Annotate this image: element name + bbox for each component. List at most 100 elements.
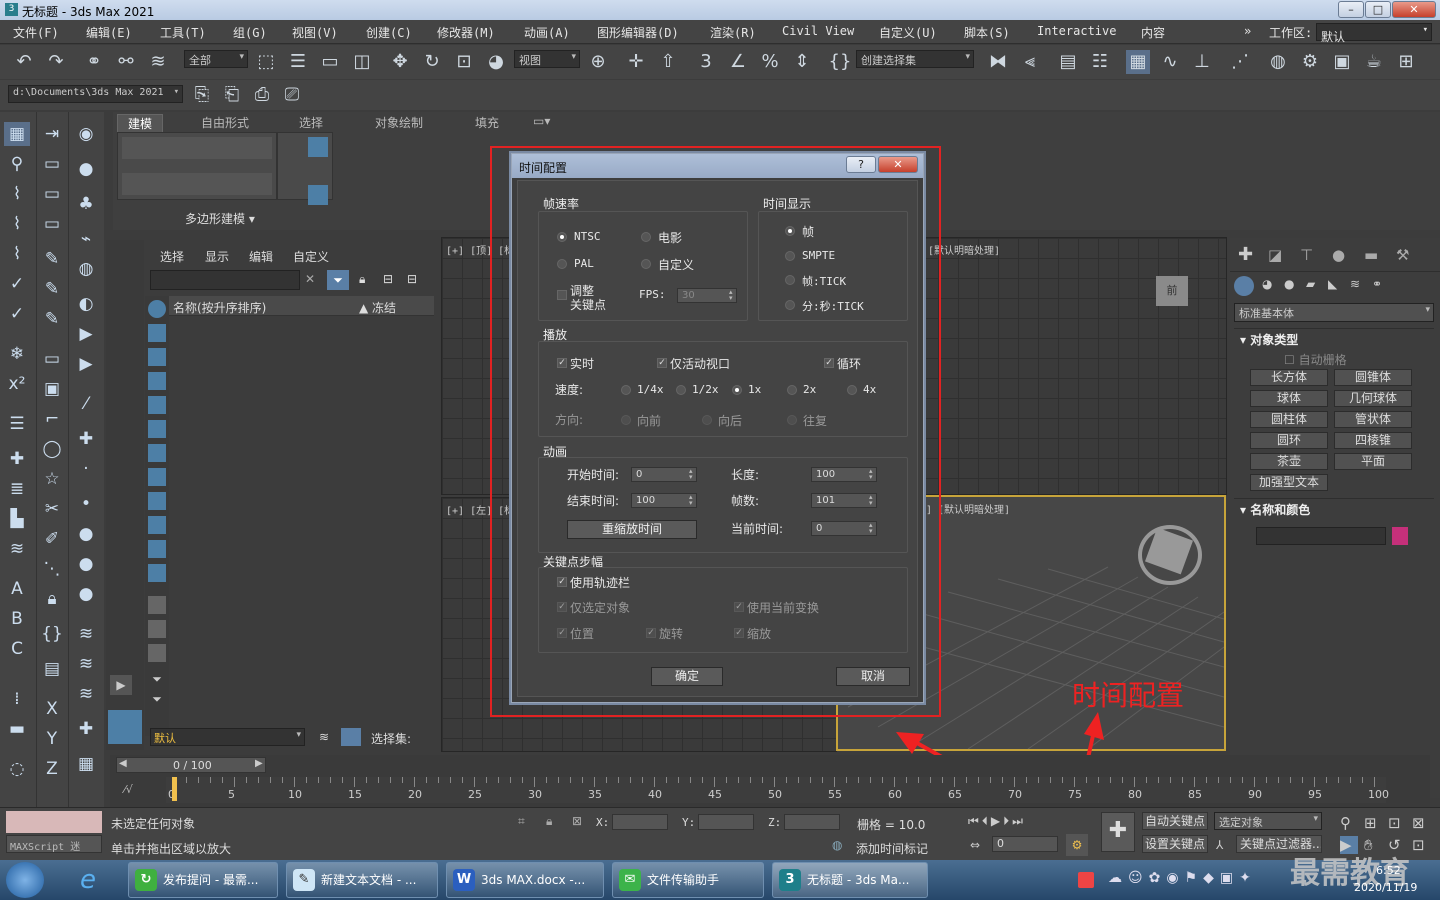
wand-icon[interactable]: ⌇: [4, 182, 30, 206]
key-mode-icon[interactable]: ⇔: [970, 838, 980, 852]
time-slider-right-icon[interactable]: ▶: [255, 758, 263, 769]
select-by-name-icon[interactable]: ☰: [286, 50, 310, 74]
overflow-chevron-icon[interactable]: »: [1244, 24, 1251, 38]
spacewarps-filter-icon[interactable]: [148, 420, 166, 438]
selected-only-checkbox[interactable]: ✓: [557, 602, 567, 612]
rescale-time-button[interactable]: 重缩放时间: [567, 520, 697, 539]
menu-modifiers[interactable]: 修改器(M): [437, 24, 495, 41]
bind-spacewarp-icon[interactable]: ≋: [146, 50, 170, 74]
mmss-tick-radio[interactable]: [785, 300, 795, 310]
ok-button[interactable]: 确定: [651, 667, 723, 686]
render-setup-icon[interactable]: ⚙: [1298, 50, 1322, 74]
cameras-filter-icon[interactable]: [148, 372, 166, 390]
end-time-spinner[interactable]: 100: [631, 493, 697, 508]
ribbon-tab-modeling[interactable]: 建模: [117, 114, 164, 132]
menu-rendering[interactable]: 渲染(R): [710, 24, 756, 41]
schematic-view-icon[interactable]: ⋰: [1228, 50, 1252, 74]
pal-radio[interactable]: [557, 259, 567, 269]
rotation-checkbox[interactable]: ✓: [646, 628, 656, 638]
wand2-icon[interactable]: ⌇: [4, 212, 30, 236]
direction-forward-radio[interactable]: [621, 415, 631, 425]
frame-tick-radio[interactable]: [785, 275, 795, 285]
helpers-cat-icon[interactable]: ◣: [1328, 277, 1337, 291]
lights-cat-icon[interactable]: ●: [1284, 277, 1294, 291]
bones-filter-icon[interactable]: [148, 492, 166, 510]
text-b-icon[interactable]: B: [4, 607, 30, 631]
current-frame-spinner[interactable]: 0: [992, 836, 1058, 852]
stack3-icon[interactable]: ≋: [73, 652, 99, 676]
tree-icon[interactable]: ♣: [73, 192, 99, 216]
menu-interactive[interactable]: Interactive: [1037, 24, 1116, 38]
loop-checkbox[interactable]: ✓: [824, 358, 834, 368]
set-key-big-icon[interactable]: ✚: [1101, 812, 1135, 852]
go-to-start-icon[interactable]: ⏮: [968, 814, 982, 828]
pivot-icon[interactable]: ⊕: [586, 50, 610, 74]
globe-icon[interactable]: ◍: [73, 257, 99, 281]
stack2-icon[interactable]: ≋: [73, 622, 99, 646]
layers-stack-icon[interactable]: ≋: [4, 537, 30, 561]
cone-button[interactable]: 圆锥体: [1334, 369, 1412, 386]
ie-icon[interactable]: e: [70, 864, 106, 896]
paint-select-icon[interactable]: ⚲: [4, 152, 30, 176]
start-button[interactable]: [6, 862, 44, 898]
scissors-icon[interactable]: ✂: [39, 497, 65, 521]
layers-small-icon[interactable]: ≋: [319, 730, 329, 744]
geometry-filter-icon[interactable]: [148, 300, 166, 318]
system-tray-icons[interactable]: ☁☺✿◉⚑◆▣✦: [1108, 870, 1288, 890]
groups-filter-icon[interactable]: [148, 444, 166, 462]
box3-icon[interactable]: ▭: [39, 212, 65, 236]
display-tab-icon[interactable]: ▬: [1364, 246, 1378, 264]
funnel-icon[interactable]: ⏷: [148, 672, 166, 690]
trackbar-current-frame[interactable]: [172, 777, 177, 801]
ring-icon[interactable]: ◯: [39, 437, 65, 461]
motion-tab-icon[interactable]: ●: [1332, 246, 1345, 264]
close-button[interactable]: ✕: [1392, 1, 1436, 18]
speed-quarter-radio[interactable]: [621, 385, 631, 395]
next-frame-icon[interactable]: ⏵: [1003, 814, 1012, 828]
utilities-tab-icon[interactable]: ⚒: [1396, 246, 1409, 264]
film-icon[interactable]: ▶: [73, 352, 99, 376]
ribbon-tab-populate[interactable]: 填充: [475, 114, 499, 131]
rect-selection-icon[interactable]: ▭: [318, 50, 342, 74]
shapes-cat-icon[interactable]: ◕: [1262, 277, 1272, 291]
project-folder-icon[interactable]: ⎙: [250, 83, 274, 107]
direction-reverse-radio[interactable]: [702, 415, 712, 425]
angle-snap-icon[interactable]: ∠: [726, 50, 750, 74]
maximize-viewport-icon[interactable]: ⊡: [1412, 836, 1425, 854]
frame-icon[interactable]: ▙: [4, 507, 30, 531]
xrefs-filter-icon[interactable]: [148, 468, 166, 486]
mirror-icon[interactable]: ⧓: [986, 50, 1010, 74]
snaps-icon[interactable]: 3: [694, 50, 718, 74]
lock-icon[interactable]: 🔒︎: [39, 587, 65, 611]
explorer-tab-customize[interactable]: 自定义: [293, 248, 329, 265]
tube-button[interactable]: 管状体: [1334, 411, 1412, 428]
primitive-type-select[interactable]: 标准基本体 ▾: [1234, 303, 1434, 322]
menu-content[interactable]: 内容: [1141, 24, 1165, 41]
minimize-button[interactable]: –: [1338, 1, 1364, 18]
start-time-spinner[interactable]: 0: [631, 467, 697, 482]
explorer-search-input[interactable]: [150, 270, 300, 290]
project-settings-icon[interactable]: ⎚: [280, 83, 304, 107]
star-icon[interactable]: ☆: [39, 467, 65, 491]
film-radio[interactable]: [641, 232, 651, 242]
menu-group[interactable]: 组(G): [233, 24, 267, 41]
time-slider[interactable]: ◀ 0 / 100 ▶: [116, 757, 266, 773]
clear-search-icon[interactable]: ✕: [305, 272, 315, 286]
helpers-filter-icon[interactable]: [148, 396, 166, 414]
menu-graph-editors[interactable]: 图形编辑器(D): [597, 24, 679, 41]
textplus-button[interactable]: 加强型文本: [1250, 474, 1328, 491]
spacewarps-cat-icon[interactable]: ≋: [1350, 277, 1360, 291]
curve-editor-icon[interactable]: ∿: [1158, 50, 1182, 74]
layer-manager-icon[interactable]: [341, 728, 361, 746]
paint3-icon[interactable]: ✎: [39, 307, 65, 331]
col-name[interactable]: 名称(按升序排序): [173, 299, 266, 316]
named-selection-sets[interactable]: 创建选择集 ▾: [856, 50, 974, 68]
cameras-cat-icon[interactable]: ▰: [1306, 277, 1315, 291]
zoom-extents-icon[interactable]: ⊡: [1388, 814, 1401, 832]
snowflake-icon[interactable]: ❄: [4, 342, 30, 366]
expand-arrow-icon[interactable]: ▶: [110, 675, 132, 695]
box-icon[interactable]: ▭: [39, 152, 65, 176]
dots-icon[interactable]: ⁞: [4, 687, 30, 711]
render-icon[interactable]: ☕: [1362, 50, 1386, 74]
ribbon-tab-freeform[interactable]: 自由形式: [201, 114, 249, 131]
